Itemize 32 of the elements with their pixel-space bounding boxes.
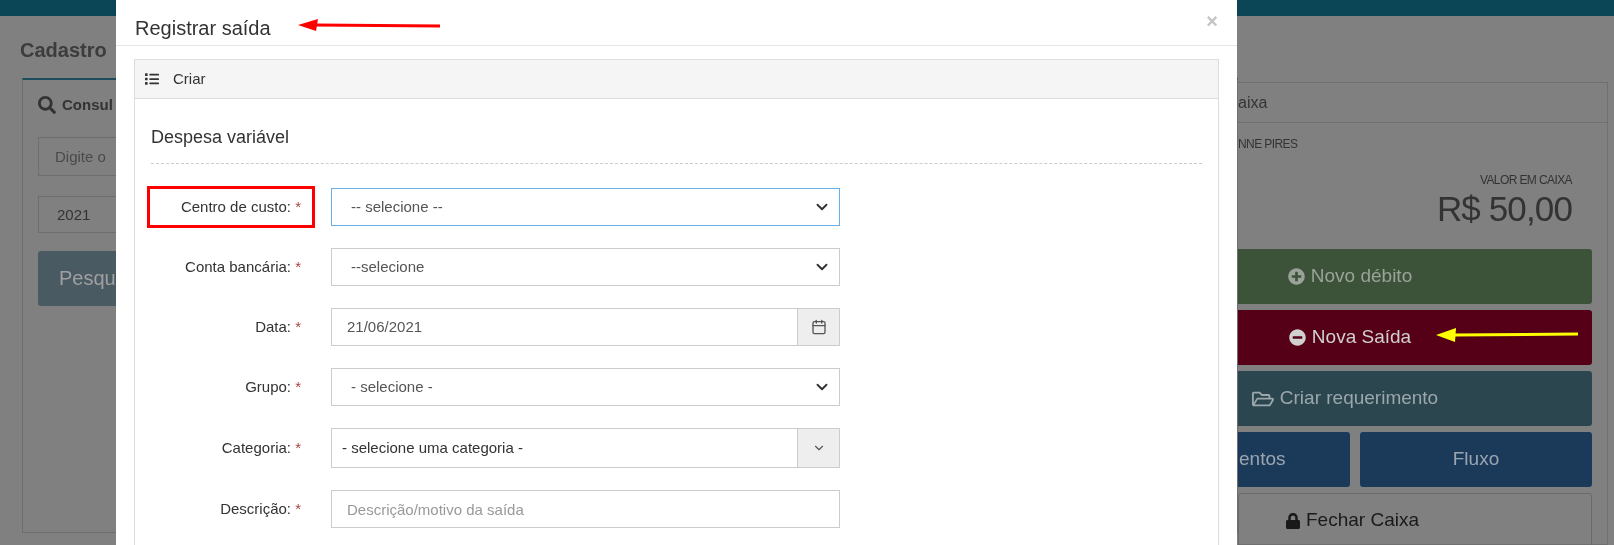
select-field[interactable]: - selecione -	[331, 368, 840, 406]
balance-label: VALOR EM CAIXA	[1479, 172, 1572, 189]
new-exit-button[interactable]: Nova Saída	[1238, 310, 1592, 365]
flow-button[interactable]: Fluxo	[1360, 432, 1592, 487]
field-label: Centro de custo: *	[180, 196, 301, 217]
calendar-icon	[810, 319, 827, 335]
field-label: Descrição: *	[220, 498, 301, 519]
select-field[interactable]: --selecione	[331, 248, 840, 286]
partial-button[interactable]: entos	[1238, 432, 1350, 487]
field-label: Grupo: *	[245, 376, 301, 397]
panel-title: Consul	[62, 95, 113, 115]
search-icon	[38, 96, 56, 115]
calendar-button[interactable]	[797, 309, 839, 345]
section-title: Despesa variável	[151, 125, 1202, 164]
balance-amount: R$ 50,00	[1436, 189, 1572, 229]
field-label: Data: *	[255, 316, 301, 337]
panel-title: Criar	[173, 68, 206, 89]
operator-name: NNE PIRES	[1238, 136, 1299, 153]
dropdown-toggle[interactable]	[797, 429, 839, 467]
field-label: Conta bancária: *	[185, 256, 301, 277]
panel-title: aixa	[1238, 92, 1268, 113]
lock-icon	[1286, 512, 1300, 529]
field-label: Categoria: *	[221, 437, 301, 458]
description-field[interactable]: Descrição/motivo da saída	[331, 490, 840, 528]
category-combobox[interactable]: - selecione uma categoria -	[331, 428, 840, 468]
page-title: Cadastro	[20, 38, 108, 62]
close-cash-button[interactable]: Fechar Caixa	[1238, 493, 1592, 545]
list-icon	[144, 72, 160, 86]
select-field[interactable]: -- selecione --	[331, 188, 840, 226]
create-request-button[interactable]: Criar requerimento	[1238, 371, 1592, 426]
date-field[interactable]: 21/06/2021	[331, 308, 840, 346]
modal-title: Registrar saída	[135, 16, 271, 41]
